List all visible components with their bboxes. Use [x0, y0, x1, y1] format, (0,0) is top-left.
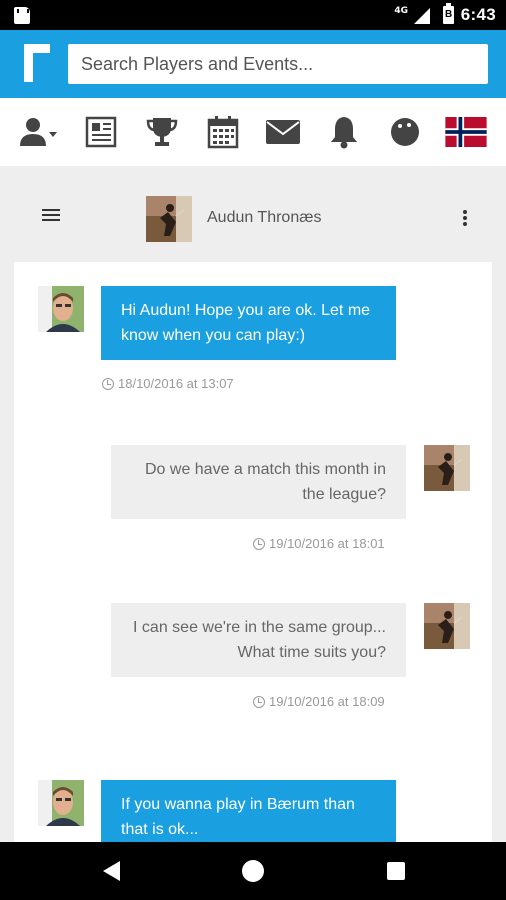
search-input[interactable] — [68, 44, 488, 84]
clock-time: 6:43 — [460, 5, 496, 24]
contact-name: Audun Thronæs — [207, 209, 322, 226]
signal-icon — [414, 8, 430, 24]
user-menu-icon[interactable] — [18, 110, 62, 154]
message-timestamp: 19/10/2016 at 18:09 — [253, 694, 385, 709]
timestamp-text: 18/10/2016 at 13:07 — [118, 376, 234, 391]
conversation-header: Audun Thronæs — [14, 190, 492, 248]
timestamp-text: 19/10/2016 at 18:09 — [269, 694, 385, 709]
message-bubble: Hi Audun! Hope you are ok. Let me know w… — [101, 286, 396, 360]
timestamp-text: 19/10/2016 at 18:01 — [269, 536, 385, 551]
message-bubble: Do we have a match this month in the lea… — [111, 445, 406, 519]
mail-icon[interactable] — [261, 110, 305, 154]
main-nav — [0, 98, 506, 166]
message-list[interactable]: Hi Audun! Hope you are ok. Let me know w… — [14, 262, 492, 842]
menu-icon[interactable] — [42, 206, 64, 226]
message-timestamp: 18/10/2016 at 13:07 — [102, 376, 234, 391]
home-icon[interactable] — [242, 860, 264, 882]
network-type: 4G — [394, 6, 408, 16]
message-timestamp: 19/10/2016 at 18:01 — [253, 536, 385, 551]
system-nav-bar — [0, 842, 506, 900]
back-icon[interactable] — [103, 861, 120, 881]
recents-icon[interactable] — [387, 862, 405, 880]
bell-icon[interactable] — [322, 110, 366, 154]
battery-icon — [443, 3, 454, 24]
app-header — [0, 30, 506, 98]
contact-message-avatar — [424, 603, 470, 649]
sender-avatar — [38, 286, 84, 332]
status-bar: 4G 6:43 — [0, 0, 506, 30]
calendar-icon[interactable] — [201, 110, 245, 154]
message-text: I can see we're in the same group... Wha… — [133, 619, 386, 661]
news-icon[interactable] — [79, 110, 123, 154]
more-options-icon[interactable] — [460, 208, 470, 230]
sender-avatar — [38, 780, 84, 826]
clock-icon — [253, 537, 265, 550]
message-bubble: If you wanna play in Bærum than that is … — [101, 780, 396, 842]
message-text: Do we have a match this month in the lea… — [144, 461, 386, 503]
contact-message-avatar — [424, 445, 470, 491]
app-logo[interactable] — [24, 44, 50, 82]
message-text: Hi Audun! Hope you are ok. Let me know w… — [121, 302, 371, 344]
sd-card-icon — [14, 7, 30, 24]
contact-avatar[interactable] — [146, 196, 192, 242]
message-bubble: I can see we're in the same group... Wha… — [111, 603, 406, 677]
trophy-icon[interactable] — [140, 110, 184, 154]
ball-icon[interactable] — [383, 110, 427, 154]
norway-flag-icon[interactable] — [444, 110, 488, 154]
message-text: If you wanna play in Bærum than that is … — [121, 796, 355, 838]
clock-icon — [253, 695, 265, 708]
clock-icon — [102, 377, 114, 390]
